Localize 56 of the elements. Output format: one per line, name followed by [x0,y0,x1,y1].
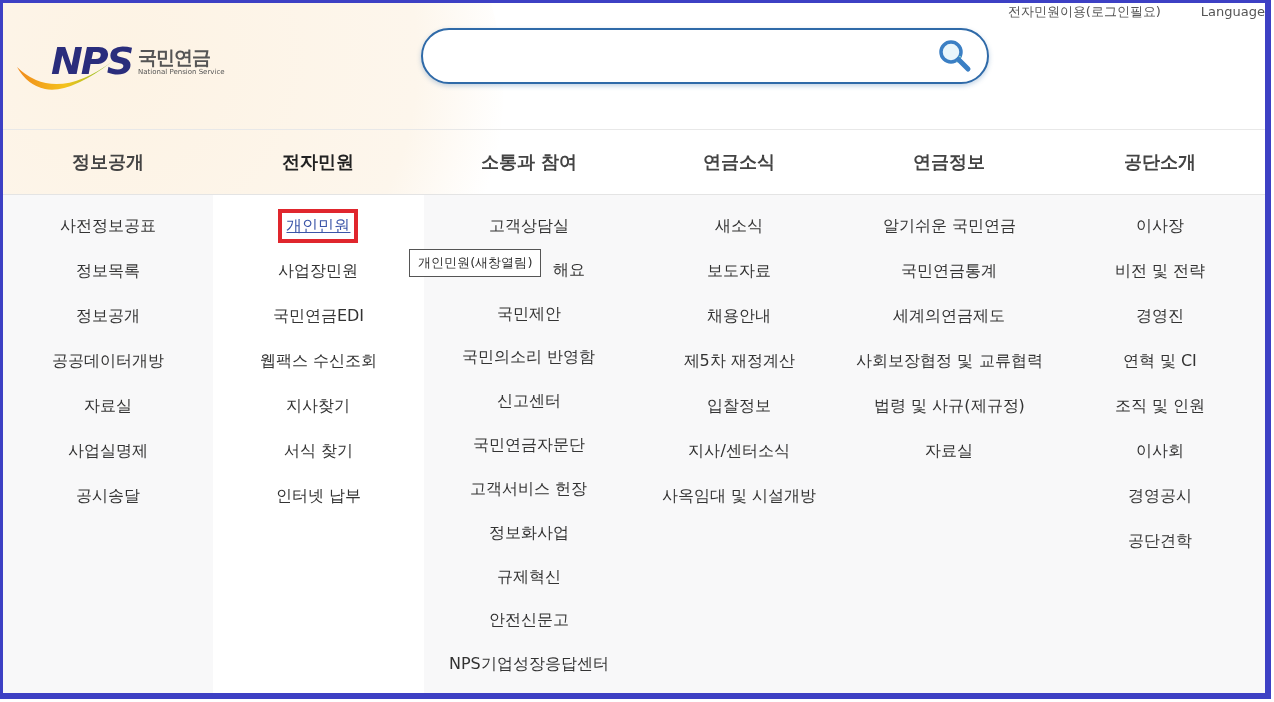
menu-link[interactable]: 이사회 [1131,438,1188,464]
nav-tab[interactable]: 정보공개 [3,130,214,194]
nav-tab[interactable]: 전자민원 [213,130,424,194]
menu-link[interactable]: 웹팩스 수신조회 [255,348,382,374]
nav-tab[interactable]: 연금정보 [844,130,1055,194]
menu-link[interactable]: 지사찾기 [282,393,355,419]
menu-link[interactable]: 경영공시 [1123,483,1196,509]
menu-link[interactable]: 서식 찾기 [279,438,358,464]
menu-link[interactable]: 고객상담실 [484,213,573,239]
menu-link[interactable]: 채용안내 [703,303,776,329]
menu-link[interactable]: 사업실명제 [64,438,153,464]
search-field[interactable] [421,28,989,84]
menu-link[interactable]: 입찰정보 [703,393,776,419]
menu-link[interactable]: 자료실 [80,393,137,419]
menu-link[interactable]: 국민연금EDI [268,303,369,329]
menu-link[interactable]: 안전신문고 [484,607,573,634]
menu-link[interactable]: 공공데이터개방 [48,348,169,374]
menu-link[interactable]: 연혁 및 CI [1118,348,1201,374]
menu-link[interactable]: 인터넷 납부 [271,483,366,509]
menu-link[interactable]: 조직 및 인원 [1110,393,1209,419]
menu-link[interactable]: 고객서비스 헌장 [466,475,592,502]
menu-link[interactable]: 이사장 [1131,213,1188,239]
nav-tab[interactable]: 소통과 참여 [423,130,634,194]
menu-link[interactable]: 국민연금통계 [897,258,1002,284]
menu-link[interactable]: 규제혁신 [492,563,565,590]
menu-link[interactable]: 경영진 [1131,303,1188,329]
search-icon[interactable] [937,38,973,74]
menu-link[interactable]: 공시송달 [72,483,145,509]
menu-link[interactable]: 비전 및 전략 [1110,258,1209,284]
menu-link[interactable]: 알기쉬운 국민연금 [878,213,1020,239]
menu-link[interactable]: 보도자료 [703,258,776,284]
menu-link[interactable]: 새소식 [711,213,768,239]
menu-link[interactable]: 사업장민원 [274,258,363,284]
menu-link[interactable]: 지사/센터소식 [684,438,794,464]
menu-link[interactable]: 해요 [548,256,589,283]
menu-link[interactable]: 사옥임대 및 시설개방 [658,483,821,509]
menu-link[interactable]: 법령 및 사규(제규정) [870,393,1029,419]
menu-link[interactable]: 사전정보공표 [56,213,161,239]
menu-link[interactable]: 정보목록 [72,258,145,284]
menu-link[interactable]: 세계의연금제도 [889,303,1010,329]
menu-link[interactable]: 신고센터 [492,388,565,415]
menu-link[interactable]: 국민연금자문단 [468,432,589,459]
menu-link[interactable]: 국민의소리 반영함 [458,344,600,371]
menu-link[interactable]: 정보화사업 [484,519,573,546]
top-link[interactable]: Language [1200,4,1265,20]
tooltip: 개인민원(새창열림) [409,249,542,277]
nav-tab[interactable]: 연금소식 [634,130,845,194]
menu-link[interactable]: 정보공개 [72,303,145,329]
menu-link[interactable]: 사회보장협정 및 교류협력 [852,348,1047,374]
menu-link[interactable]: 공단견학 [1123,528,1196,554]
menu-link[interactable]: NPS기업성장응답센터 [444,651,613,678]
menu-link[interactable]: 자료실 [921,438,978,464]
nav-tab[interactable]: 공단소개 [1054,130,1265,194]
menu-link[interactable]: 국민제안 [492,300,565,327]
menu-link[interactable]: 제5차 재정계산 [679,348,799,374]
top-link[interactable]: 전자민원이용(로그인필요) [1007,4,1161,20]
